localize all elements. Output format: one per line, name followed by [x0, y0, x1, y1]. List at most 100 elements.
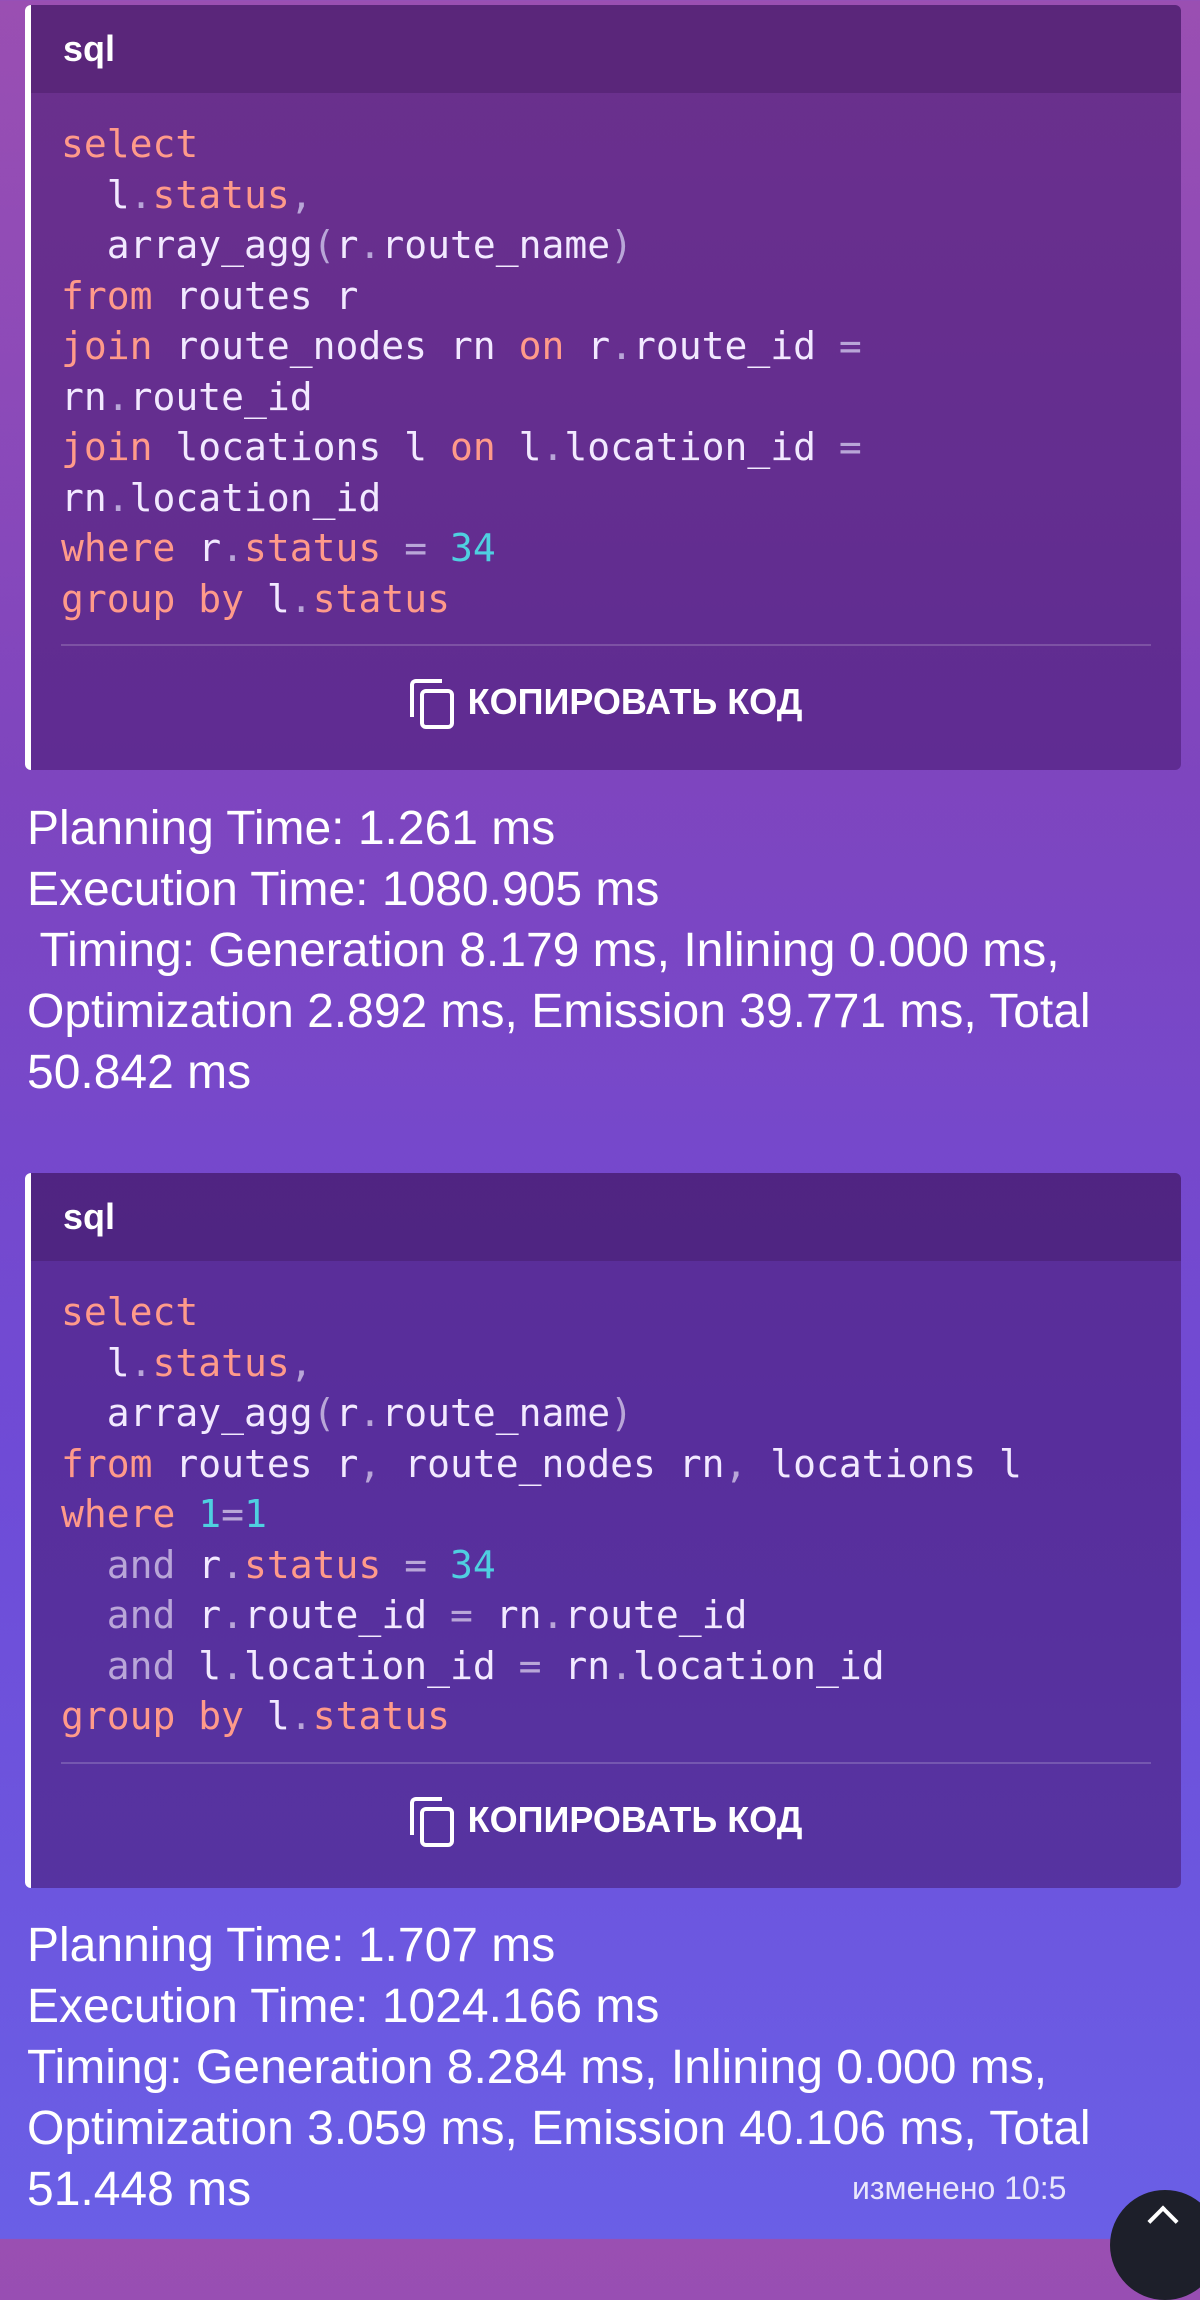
code-token: route_nodes rn — [381, 1441, 725, 1486]
code-token: l — [495, 425, 542, 469]
code-token: locations l — [747, 1441, 1022, 1486]
timing-line: Timing: Generation 8.284 ms, Inlining 0.… — [27, 2041, 1048, 2094]
code-token: on — [518, 324, 565, 368]
code-token: 1 — [244, 1492, 267, 1536]
code-token: r — [175, 1593, 222, 1637]
code-block: sql select l.status, array_agg(r.route_n… — [25, 5, 1181, 770]
copy-icon — [409, 1796, 454, 1847]
code-token: . — [129, 1340, 153, 1385]
code-token: routes r — [152, 273, 359, 318]
copy-icon — [409, 679, 454, 729]
code-token: . — [106, 475, 130, 520]
code-token: rn — [61, 475, 107, 520]
execution-time: Execution Time: 1080.905 ms — [27, 863, 660, 916]
code-token: = — [381, 1542, 450, 1587]
code-token: location_id — [244, 1643, 519, 1688]
code-token: = — [838, 425, 862, 469]
code-token: status — [152, 1340, 290, 1385]
copy-code-button[interactable]: КОПИРОВАТЬ КОД — [31, 1764, 1181, 1876]
code-token: . — [610, 324, 633, 368]
copy-code-button[interactable]: КОПИРОВАТЬ КОД — [31, 646, 1181, 758]
code-token: routes r — [152, 1441, 359, 1486]
code-token: . — [289, 576, 313, 621]
code-block: sql select l.status, array_agg(r.route_n… — [25, 1173, 1181, 1888]
code-token: r — [564, 324, 611, 368]
planning-time: Planning Time: 1.707 ms — [27, 1919, 556, 1972]
code-token: location_id — [129, 475, 382, 520]
code-token: . — [289, 1694, 313, 1738]
code-token: from — [61, 1441, 153, 1486]
code-token: . — [541, 1593, 565, 1637]
code-token: r — [335, 223, 359, 267]
timing-line: Optimization 3.059 ms, Emission 40.106 m… — [27, 2102, 1091, 2155]
code-token: rn — [472, 1593, 542, 1637]
code-token: , — [358, 1441, 382, 1486]
code-token: . — [129, 172, 153, 217]
code-token: r — [175, 526, 222, 570]
code-token: group by — [61, 576, 245, 621]
code-token: route_id — [244, 1593, 450, 1637]
code-token: l — [61, 172, 130, 217]
code-token: join — [61, 425, 153, 469]
code-token: . — [221, 1643, 245, 1688]
copy-code-label: КОПИРОВАТЬ КОД — [467, 681, 803, 722]
code-token: . — [358, 1391, 382, 1435]
code-token: , — [289, 172, 313, 217]
code-token: = — [838, 324, 862, 368]
code-token: locations l — [152, 425, 450, 469]
code-token: array_agg — [61, 1391, 313, 1435]
code-token: ) — [610, 1391, 634, 1435]
code-token: route_id — [129, 374, 313, 419]
code-token: . — [358, 223, 382, 267]
code-token: array_agg — [61, 223, 313, 267]
chevron-up-icon — [1147, 2205, 1179, 2237]
code-token: route_id — [632, 324, 839, 368]
code-token: status — [152, 172, 290, 217]
code-token: select — [61, 122, 199, 166]
copy-code-label: КОПИРОВАТЬ КОД — [467, 1798, 803, 1840]
code-token: . — [221, 1542, 245, 1587]
code-token: l — [244, 576, 290, 621]
code-token: = — [449, 1593, 473, 1637]
code-token: l — [175, 1643, 222, 1688]
code-token: r — [335, 1391, 359, 1435]
code-token: . — [541, 425, 565, 469]
timing-line: Timing: Generation 8.179 ms, Inlining 0.… — [27, 924, 1060, 977]
code-token: ) — [610, 223, 634, 267]
code-token: . — [610, 1643, 634, 1688]
code-token: status — [312, 576, 450, 621]
code-token: location_id — [633, 1643, 885, 1688]
code-token: . — [221, 526, 245, 570]
code-token: join — [61, 324, 153, 368]
code-token: status — [244, 1542, 382, 1587]
code-token: and — [61, 1593, 176, 1637]
code-content: select l.status, array_agg(r.route_name)… — [31, 93, 1181, 624]
code-language-label: sql — [31, 5, 1181, 93]
code-token: l — [244, 1694, 290, 1738]
code-token: rn — [61, 374, 107, 419]
execution-time: Execution Time: 1024.166 ms — [27, 1980, 660, 2033]
code-token: and — [61, 1542, 176, 1587]
timing-line: 50.842 ms — [27, 1046, 252, 1099]
code-token: = — [518, 1643, 542, 1688]
edited-timestamp: изменено 10:5 — [852, 2170, 1067, 2206]
code-token: r — [175, 1542, 222, 1587]
code-token: status — [244, 526, 382, 570]
code-token: from — [61, 273, 153, 318]
code-token: 34 — [449, 526, 496, 570]
code-language-label: sql — [31, 1173, 1181, 1261]
code-token: location_id — [564, 425, 839, 469]
code-token: where — [61, 526, 176, 570]
code-token: = — [221, 1492, 245, 1536]
timing-line: Optimization 2.892 ms, Emission 39.771 m… — [27, 985, 1091, 1038]
code-token: group by — [61, 1694, 245, 1738]
code-token: , — [724, 1441, 748, 1486]
code-content: select l.status, array_agg(r.route_name)… — [31, 1261, 1181, 1742]
code-token: select — [61, 1290, 199, 1334]
code-token: route_nodes rn — [152, 324, 519, 368]
code-token: status — [312, 1694, 450, 1738]
planning-time: Planning Time: 1.261 ms — [27, 802, 556, 855]
code-token: = — [381, 526, 450, 570]
code-token: . — [221, 1593, 245, 1637]
